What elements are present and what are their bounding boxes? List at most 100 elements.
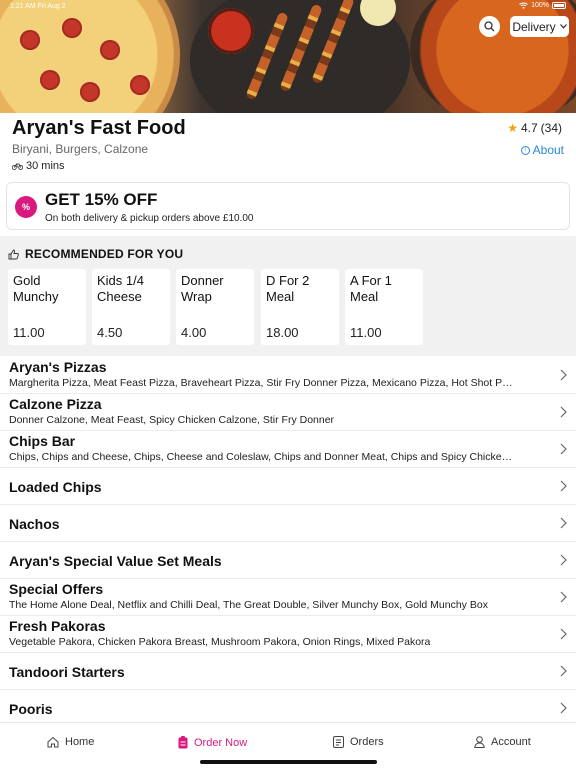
- menu-category-row[interactable]: Tandoori Starters: [0, 653, 576, 690]
- hero-banner-image: 1:21 AM Fri Aug 2 100% Delivery: [0, 0, 576, 113]
- status-indicators: 100%: [519, 2, 566, 9]
- star-icon: ★: [507, 121, 518, 135]
- chevron-down-icon: [559, 24, 567, 29]
- delivery-time-value: 30 mins: [26, 160, 65, 172]
- thumbs-up-icon: [8, 249, 19, 259]
- home-indicator[interactable]: [200, 760, 377, 764]
- restaurant-cuisines: Biryani, Burgers, Calzone: [12, 142, 149, 156]
- status-time: 1:21 AM Fri Aug 2: [10, 3, 66, 10]
- menu-category-row[interactable]: Fresh Pakoras Vegetable Pakora, Chicken …: [0, 616, 576, 653]
- bike-icon: [12, 163, 23, 170]
- category-title: Aryan's Pizzas: [9, 359, 107, 375]
- menu-category-row[interactable]: Calzone Pizza Donner Calzone, Meat Feast…: [0, 394, 576, 431]
- category-title: Aryan's Special Value Set Meals: [9, 553, 222, 569]
- tab-order-now[interactable]: Order Now: [178, 736, 247, 749]
- recommended-item[interactable]: Donner Wrap 4.00: [176, 269, 254, 345]
- tab-account[interactable]: Account: [474, 736, 531, 748]
- category-items: The Home Alone Deal, Netflix and Chilli …: [9, 599, 488, 611]
- chevron-right-icon: [560, 369, 567, 381]
- about-link[interactable]: i About: [520, 143, 564, 157]
- chevron-right-icon: [560, 443, 567, 455]
- menu-category-row[interactable]: Special Offers The Home Alone Deal, Netf…: [0, 579, 576, 616]
- sauce-bowl-graphic: [208, 8, 254, 54]
- chevron-right-icon: [560, 665, 567, 677]
- order-icon: [178, 736, 188, 749]
- wifi-icon: [519, 2, 528, 9]
- menu-category-list: Aryan's Pizzas Margherita Pizza, Meat Fe…: [0, 357, 576, 727]
- pepperoni-graphic: [100, 40, 120, 60]
- recommended-item-name: A For 1 Meal: [350, 273, 392, 304]
- category-title: Chips Bar: [9, 433, 76, 449]
- chevron-right-icon: [560, 517, 567, 529]
- receipt-icon: [333, 736, 344, 748]
- restaurant-name: Aryan's Fast Food: [12, 117, 186, 139]
- discount-badge-icon: %: [15, 196, 37, 218]
- recommended-item-price: 4.50: [97, 325, 123, 340]
- offer-subtitle: On both delivery & pickup orders above £…: [45, 213, 254, 224]
- tab-label: Home: [65, 736, 95, 748]
- pepperoni-graphic: [80, 82, 100, 102]
- chevron-right-icon: [560, 628, 567, 640]
- delivery-time: 30 mins: [12, 160, 65, 172]
- recommended-heading: RECOMMENDED FOR YOU: [8, 247, 183, 261]
- rating-value: 4.7: [520, 121, 538, 135]
- search-button[interactable]: [479, 16, 500, 37]
- chevron-right-icon: [560, 554, 567, 566]
- home-icon: [47, 736, 59, 748]
- recommended-heading-text: RECOMMENDED FOR YOU: [25, 247, 184, 261]
- category-items: Chips, Chips and Cheese, Chips, Cheese a…: [9, 451, 514, 463]
- recommended-item-price: 18.00: [266, 325, 299, 340]
- pepperoni-graphic: [130, 75, 150, 95]
- tab-label: Orders: [350, 736, 384, 748]
- delivery-mode-dropdown[interactable]: Delivery: [510, 16, 569, 37]
- recommended-item-price: 11.00: [350, 325, 382, 340]
- chevron-right-icon: [560, 406, 567, 418]
- battery-icon: [552, 2, 566, 9]
- recommended-item[interactable]: Kids 1/4 Cheese Pi... 4.50: [92, 269, 170, 345]
- menu-category-row[interactable]: Nachos: [0, 505, 576, 542]
- recommended-item[interactable]: A For 1 Meal 11.00: [345, 269, 423, 345]
- tab-orders[interactable]: Orders: [333, 736, 384, 748]
- offer-title: GET 15% OFF: [45, 190, 158, 209]
- recommended-item-price: 11.00: [13, 325, 45, 340]
- recommended-item-price: 4.00: [181, 325, 207, 340]
- tab-label: Order Now: [194, 736, 248, 749]
- rating[interactable]: ★ 4.7 (34): [507, 121, 562, 135]
- recommended-item-name: Kids 1/4 Cheese Pi...: [97, 273, 144, 307]
- delivery-mode-label: Delivery: [512, 19, 556, 34]
- info-icon: i: [520, 145, 530, 155]
- chevron-right-icon: [560, 591, 567, 603]
- category-title: Fresh Pakoras: [9, 618, 106, 634]
- chevron-right-icon: [560, 702, 567, 714]
- category-items: Donner Calzone, Meat Feast, Spicy Chicke…: [9, 414, 335, 426]
- tab-home[interactable]: Home: [47, 736, 94, 748]
- menu-category-row[interactable]: Chips Bar Chips, Chips and Cheese, Chips…: [0, 431, 576, 468]
- tab-label: Account: [491, 736, 531, 748]
- category-title: Loaded Chips: [9, 479, 102, 495]
- category-title: Nachos: [9, 516, 60, 532]
- chevron-right-icon: [560, 480, 567, 492]
- person-icon: [474, 736, 485, 748]
- menu-category-row[interactable]: Aryan's Special Value Set Meals: [0, 542, 576, 579]
- category-items: Vegetable Pakora, Chicken Pakora Breast,…: [9, 636, 431, 648]
- about-label: About: [532, 143, 564, 157]
- recommended-section: RECOMMENDED FOR YOU Gold Munchy B... 11.…: [0, 236, 576, 356]
- category-title: Special Offers: [9, 581, 104, 597]
- recommended-item-name: D For 2 Meal: [266, 273, 310, 304]
- menu-category-row[interactable]: Loaded Chips: [0, 468, 576, 505]
- recommended-item[interactable]: D For 2 Meal 18.00: [261, 269, 339, 345]
- pepperoni-graphic: [62, 18, 82, 38]
- category-title: Tandoori Starters: [9, 664, 125, 680]
- recommended-item-name: Donner Wrap: [181, 273, 224, 304]
- battery-percent: 100%: [531, 2, 549, 9]
- pepperoni-graphic: [40, 70, 60, 90]
- pepperoni-graphic: [20, 30, 40, 50]
- menu-category-row[interactable]: Aryan's Pizzas Margherita Pizza, Meat Fe…: [0, 357, 576, 394]
- category-title: Pooris: [9, 701, 53, 717]
- recommended-item-name: Gold Munchy B...: [13, 273, 59, 307]
- category-items: Margherita Pizza, Meat Feast Pizza, Brav…: [9, 377, 514, 389]
- search-icon: [484, 21, 495, 32]
- recommended-item[interactable]: Gold Munchy B... 11.00: [8, 269, 86, 345]
- rating-count: (34): [540, 121, 562, 135]
- offer-banner[interactable]: % GET 15% OFF On both delivery & pickup …: [6, 182, 570, 230]
